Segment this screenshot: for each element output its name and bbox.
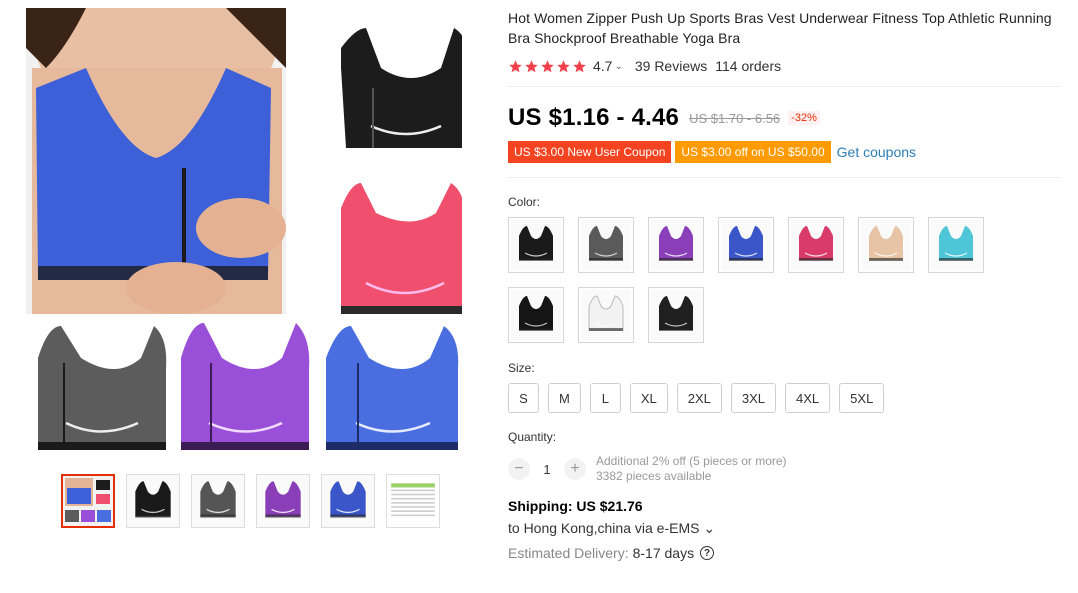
price-row: US $1.16 - 4.46 US $1.70 - 6.56 -32% [508, 103, 1060, 133]
discount-badge: -32% [788, 111, 820, 125]
thumbnail-gray[interactable] [191, 474, 245, 528]
size-option-m[interactable]: M [548, 383, 581, 413]
thumbnail-purple[interactable] [256, 474, 310, 528]
bulk-discount-text: Additional 2% off (5 pieces or more) [596, 454, 787, 468]
quantity-label: Quantity: [508, 430, 557, 444]
star-icon [573, 59, 586, 72]
size-option-l[interactable]: L [589, 383, 621, 413]
thumbnail-strip [61, 474, 440, 528]
color-swatch-nude[interactable] [858, 217, 914, 273]
thumbnail-collage[interactable] [61, 474, 115, 528]
product-info: Hot Women Zipper Push Up Sports Bras Ves… [508, 8, 1060, 561]
size-option-s[interactable]: S [508, 383, 539, 413]
size-option-2xl[interactable]: 2XL [676, 383, 722, 413]
shipping-price: Shipping: US $21.76 [508, 498, 643, 514]
size-option-4xl[interactable]: 4XL [785, 383, 831, 413]
color-swatch-black-strap[interactable] [508, 287, 564, 343]
color-swatch-gray[interactable] [578, 217, 634, 273]
quantity-stepper: − 1 + Additional 2% off (5 pieces or mor… [508, 454, 1060, 484]
divider [508, 177, 1060, 178]
size-option-xl[interactable]: XL [629, 383, 668, 413]
size-options: S M L XL 2XL 3XL 4XL 5XL [508, 383, 1060, 413]
thumbnail-black[interactable] [126, 474, 180, 528]
quantity-decrease-button[interactable]: − [508, 458, 530, 480]
divider [508, 86, 1060, 87]
star-icon [525, 59, 538, 72]
color-swatch-sky-blue[interactable] [928, 217, 984, 273]
product-title: Hot Women Zipper Push Up Sports Bras Ves… [508, 10, 1052, 46]
orders-count: 114 orders [715, 58, 782, 74]
star-icon [509, 59, 522, 72]
get-coupons-link[interactable]: Get coupons [837, 144, 916, 160]
delivery-label: Estimated Delivery: [508, 545, 629, 561]
quantity-info: Additional 2% off (5 pieces or more) 338… [596, 454, 787, 484]
rating-chevron-icon[interactable]: ⌄ [614, 61, 622, 72]
color-swatch-blue[interactable] [718, 217, 774, 273]
quantity-value[interactable]: 1 [530, 462, 564, 477]
star-icon [541, 59, 554, 72]
reviews-link[interactable]: 39 Reviews [635, 58, 707, 74]
color-label: Color: [508, 195, 541, 209]
product-gallery [26, 8, 486, 528]
price-original: US $1.70 - 6.56 [689, 110, 781, 126]
main-product-image[interactable] [26, 8, 462, 454]
size-option-5xl[interactable]: 5XL [839, 383, 885, 413]
thumbnail-blue[interactable] [321, 474, 375, 528]
estimated-delivery: Estimated Delivery: 8-17 days ? [508, 545, 1060, 561]
color-swatch-purple[interactable] [648, 217, 704, 273]
rating-value[interactable]: 4.7 [593, 58, 612, 74]
color-swatch-black[interactable] [508, 217, 564, 273]
new-user-coupon[interactable]: US $3.00 New User Coupon [508, 141, 672, 163]
rating-row: 4.7 ⌄ 39 Reviews 114 orders [508, 56, 1060, 76]
help-icon[interactable]: ? [700, 546, 715, 560]
main-image-illustration [26, 8, 462, 450]
price-current: US $1.16 - 4.46 [508, 104, 680, 131]
thumbnail-size-chart[interactable] [386, 474, 440, 528]
color-swatch-rose[interactable] [788, 217, 844, 273]
color-swatch-white-strap[interactable] [578, 287, 634, 343]
size-option-3xl[interactable]: 3XL [730, 383, 777, 413]
size-label: Size: [508, 361, 535, 375]
color-swatches [508, 217, 1008, 343]
coupon-row: US $3.00 New User Coupon US $3.00 off on… [508, 141, 1060, 163]
stock-available-text: 3382 pieces available [596, 469, 712, 483]
quantity-increase-button[interactable]: + [564, 458, 586, 480]
shipping-destination[interactable]: to Hong Kong,china via e-EMS ⌄ [508, 520, 1060, 537]
color-swatch-black-cross[interactable] [648, 287, 704, 343]
rating-stars [508, 59, 587, 74]
store-coupon[interactable]: US $3.00 off on US $50.00 [675, 141, 831, 163]
star-icon [557, 59, 570, 72]
delivery-days: 8-17 days [632, 545, 695, 561]
